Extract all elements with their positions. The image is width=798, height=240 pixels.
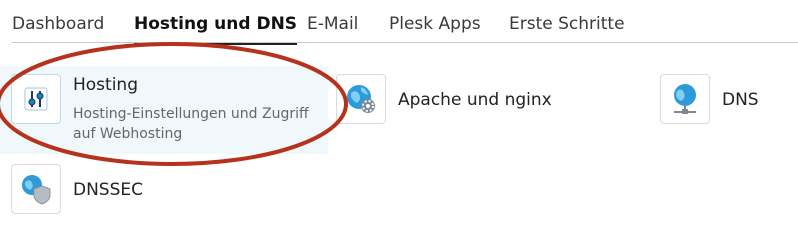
dns-title: DNS [722, 90, 759, 110]
apache-nginx-title: Apache und nginx [398, 90, 552, 110]
dns-tile[interactable]: DNS [660, 74, 790, 126]
hosting-title: Hosting [73, 75, 138, 95]
tab-hosting-und-dns-label: Hosting und DNS [134, 14, 298, 34]
tab-hosting-und-dns[interactable]: Hosting und DNS [134, 14, 298, 45]
sliders-icon [11, 74, 61, 124]
hosting-description: Hosting-Einstellungen und Zugriff auf We… [73, 106, 309, 142]
globe-shield-icon [11, 164, 61, 214]
tab-plesk-apps[interactable]: Plesk Apps [389, 14, 481, 34]
dnssec-tile[interactable]: DNSSEC [11, 164, 311, 216]
tab-bar-divider [12, 42, 798, 43]
dnssec-title: DNSSEC [73, 180, 144, 200]
tab-erste-schritte[interactable]: Erste Schritte [509, 14, 625, 34]
tab-email[interactable]: E-Mail [307, 14, 358, 34]
globe-gear-icon [336, 74, 386, 124]
tab-dashboard[interactable]: Dashboard [12, 14, 104, 34]
globe-network-icon [660, 74, 710, 124]
main-tab-bar: Dashboard Hosting und DNS E-Mail Plesk A… [0, 0, 798, 45]
apache-nginx-tile[interactable]: Apache und nginx [336, 74, 636, 126]
hosting-tile[interactable]: Hosting Hosting-Einstellungen und Zugrif… [0, 66, 328, 154]
